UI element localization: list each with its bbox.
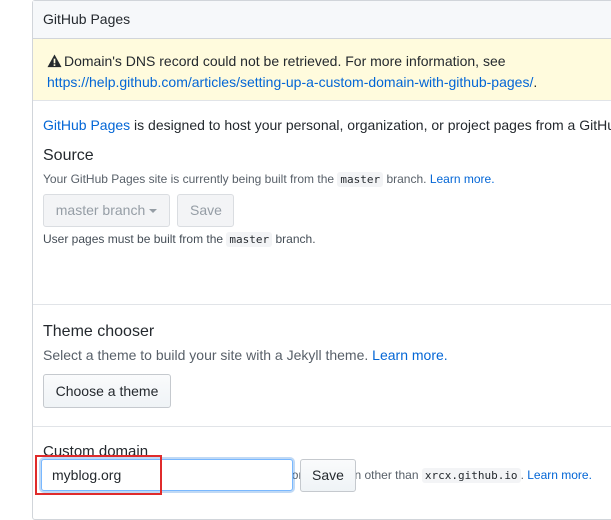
source-learn-more-link[interactable]: Learn more. [430, 172, 495, 186]
source-desc-text: Your GitHub Pages site is currently bein… [43, 172, 338, 186]
source-note-suffix: branch. [272, 232, 316, 246]
source-note-code: master [226, 232, 273, 247]
github-pages-panel: GitHub Pages Domain's DNS record could n… [32, 0, 611, 520]
source-branch-code: master [337, 172, 384, 187]
choose-theme-button[interactable]: Choose a theme [43, 374, 171, 408]
custom-domain-input[interactable]: myblog.org [41, 459, 293, 491]
source-save-button[interactable]: Save [177, 194, 235, 227]
panel-title: GitHub Pages [33, 1, 611, 39]
custom-domain-heading: Custom domain [43, 443, 149, 460]
github-pages-link[interactable]: GitHub Pages [43, 117, 130, 133]
warning-text: Domain's DNS record could not be retriev… [64, 53, 506, 69]
theme-learn-more-link[interactable]: Learn more. [372, 347, 447, 363]
source-note: User pages must be built from the master… [43, 232, 611, 247]
github-io-domain-code: xrcx.github.io [421, 468, 521, 483]
pages-intro-text: is designed to host your personal, organ… [130, 117, 611, 133]
branch-select-button[interactable]: master branch [43, 194, 170, 227]
source-controls: master branch Save [43, 194, 611, 227]
source-note-text: User pages must be built from the [43, 232, 227, 246]
dns-warning-banner: Domain's DNS record could not be retriev… [33, 39, 611, 101]
source-desc-suffix: branch. [383, 172, 430, 186]
custom-domain-learn-more-link[interactable]: Learn more. [527, 468, 592, 482]
theme-desc-text: Select a theme to build your site with a… [43, 347, 373, 363]
source-description: Your GitHub Pages site is currently bein… [43, 172, 611, 187]
branch-select-label: master branch [55, 202, 146, 218]
theme-section: Theme chooser Select a theme to build yo… [33, 305, 611, 427]
source-section: Source Your GitHub Pages site is current… [33, 135, 611, 305]
source-heading: Source [43, 147, 94, 164]
custom-domain-help-link[interactable]: https://help.github.com/articles/setting… [47, 74, 533, 90]
chevron-down-icon [149, 209, 158, 213]
theme-heading: Theme chooser [43, 323, 155, 340]
warning-icon [47, 53, 62, 68]
theme-description: Select a theme to build your site with a… [43, 347, 611, 363]
warning-link-suffix: . [533, 74, 538, 90]
pages-intro: GitHub Pages is designed to host your pe… [33, 101, 611, 135]
custom-domain-save-button[interactable]: Save [300, 459, 356, 492]
